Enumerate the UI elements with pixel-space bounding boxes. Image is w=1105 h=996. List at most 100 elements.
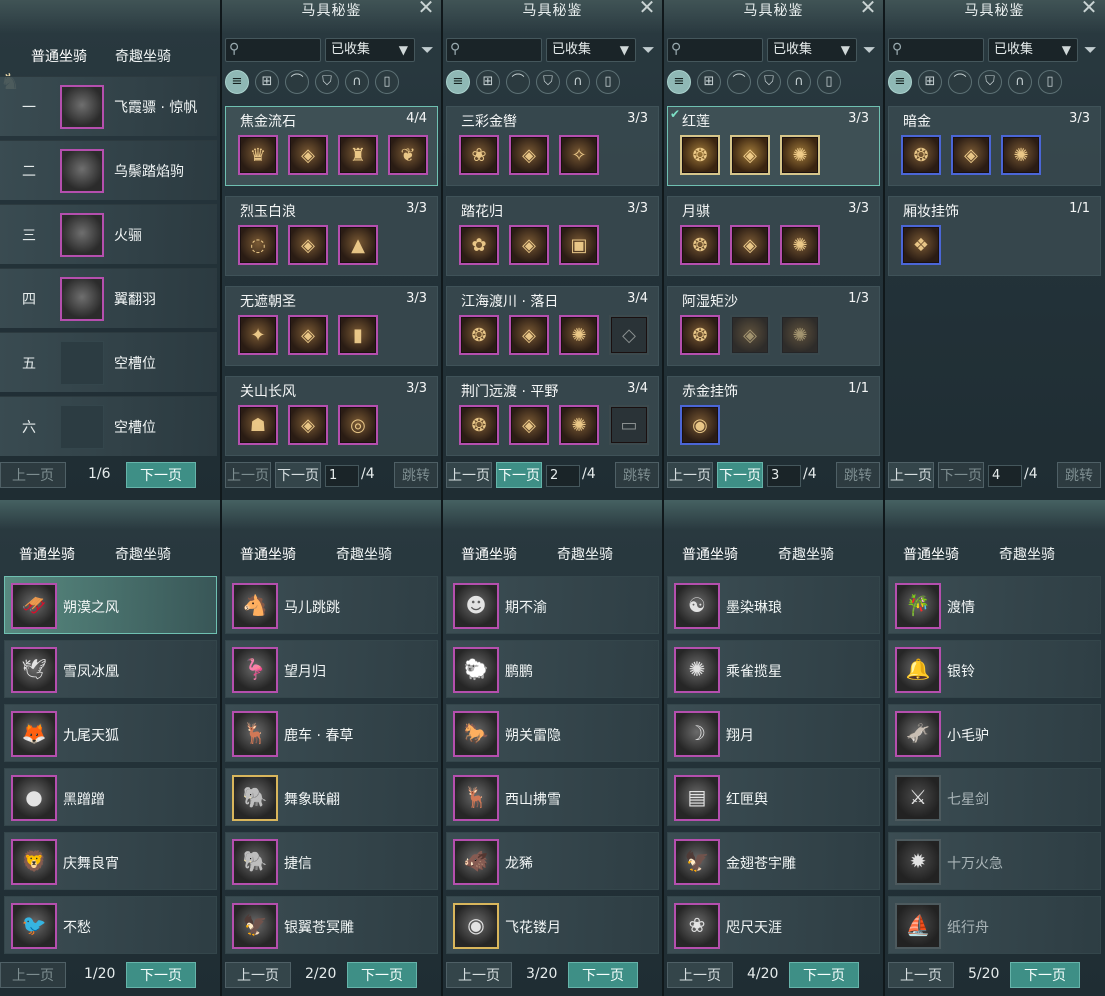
prev-page-button[interactable]: 上一页 <box>0 962 66 988</box>
next-page-button[interactable]: 下一页 <box>347 962 417 988</box>
prev-page-button[interactable]: 上一页 <box>225 962 291 988</box>
mount-list-item[interactable]: 🛷 朔漠之风 <box>4 576 217 634</box>
mount-list-item-uncollected[interactable]: ⛵ 纸行舟 <box>888 896 1101 954</box>
gear-item-icon[interactable]: ◉ <box>680 405 720 445</box>
gear-item-icon[interactable]: ◈ <box>509 405 549 445</box>
saddle-icon[interactable]: ⌒ <box>285 70 309 94</box>
tab-fun-mounts[interactable]: 奇趣坐骑 <box>761 544 851 564</box>
gear-set-card[interactable]: 赤金挂饰 1/1 ◉ <box>667 376 880 456</box>
tab-normal-mounts[interactable]: 普通坐骑 <box>223 544 313 564</box>
gear-item-icon[interactable]: ▣ <box>559 225 599 265</box>
gear-set-card[interactable]: 荆门远渡 · 平野 3/4 ❂ ◈ ✺ ▭ <box>446 376 659 456</box>
gear-item-icon[interactable]: ◈ <box>288 405 328 445</box>
gear-item-icon[interactable]: ◈ <box>951 135 991 175</box>
page-number-input[interactable]: 3 <box>767 465 801 487</box>
funnel-icon[interactable]: ⏷ <box>863 40 876 60</box>
gear-item-icon[interactable]: ◈ <box>509 225 549 265</box>
gear-set-card[interactable]: 江海渡川 · 落日 3/4 ❂ ◈ ✺ ◇ <box>446 286 659 366</box>
list-all-icon[interactable]: ≡ <box>446 70 470 94</box>
gear-item-icon[interactable]: ✿ <box>459 225 499 265</box>
mount-slot[interactable]: 四 翼翻羽 <box>0 268 217 328</box>
horseshoe-icon[interactable]: ∩ <box>1008 70 1032 94</box>
tab-normal-mounts[interactable]: 普通坐骑 <box>14 46 104 66</box>
prev-page-button[interactable]: 上一页 <box>0 462 66 488</box>
tab-fun-mounts[interactable]: 奇趣坐骑 <box>982 544 1072 564</box>
gear-item-icon[interactable]: ◈ <box>288 135 328 175</box>
tab-fun-mounts[interactable]: 奇趣坐骑 <box>540 544 630 564</box>
next-page-button[interactable]: 下一页 <box>496 462 542 488</box>
gear-set-card[interactable]: 关山长风 3/3 ☗ ◈ ◎ <box>225 376 438 456</box>
mount-list-item[interactable]: 🐘 舞象联翩 <box>225 768 438 826</box>
gear-set-card[interactable]: 踏花归 3/3 ✿ ◈ ▣ <box>446 196 659 276</box>
mount-list-item[interactable]: 🦁 庆舞良宵 <box>4 832 217 890</box>
horseshoe-icon[interactable]: ∩ <box>566 70 590 94</box>
gear-item-icon[interactable]: ◈ <box>288 315 328 355</box>
prev-page-button[interactable]: 上一页 <box>888 462 934 488</box>
gear-item-icon[interactable]: ◈ <box>509 315 549 355</box>
shield-icon[interactable]: ⛉ <box>978 70 1002 94</box>
funnel-icon[interactable]: ⏷ <box>642 40 655 60</box>
prev-page-button[interactable]: 上一页 <box>225 462 271 488</box>
mount-slot-empty[interactable]: 六 空槽位 <box>0 396 217 456</box>
gear-set-card[interactable]: 暗金 3/3 ❂ ◈ ✺ <box>888 106 1101 186</box>
gear-item-icon[interactable]: ❂ <box>680 135 720 175</box>
gear-item-icon-uncollected[interactable]: ◇ <box>609 315 649 355</box>
gear-set-card[interactable]: 无遮朝圣 3/3 ✦ ◈ ▮ <box>225 286 438 366</box>
close-icon[interactable]: ✕ <box>858 0 878 18</box>
gear-item-icon[interactable]: ▮ <box>338 315 378 355</box>
prev-page-button[interactable]: 上一页 <box>446 962 512 988</box>
mount-list-item[interactable]: 🐦 不愁 <box>4 896 217 954</box>
saddle-icon[interactable]: ⌒ <box>506 70 530 94</box>
tab-normal-mounts[interactable]: 普通坐骑 <box>665 544 755 564</box>
grid-icon[interactable]: ⊞ <box>255 70 279 94</box>
gear-set-card[interactable]: 厢妆挂饰 1/1 ❖ <box>888 196 1101 276</box>
gear-item-icon[interactable]: ❖ <box>901 225 941 265</box>
shield-icon[interactable]: ⛉ <box>536 70 560 94</box>
gear-set-card[interactable]: 阿湿矩沙 1/3 ❂ ◈ ✺ <box>667 286 880 366</box>
prev-page-button[interactable]: 上一页 <box>888 962 954 988</box>
mount-list-item[interactable]: ✺ 乘雀揽星 <box>667 640 880 698</box>
search-input[interactable]: ⚲ <box>667 38 763 62</box>
gear-item-icon[interactable]: ◈ <box>509 135 549 175</box>
funnel-icon[interactable]: ⏷ <box>421 40 434 60</box>
tab-normal-mounts[interactable]: 普通坐骑 <box>886 544 976 564</box>
next-page-button[interactable]: 下一页 <box>275 462 321 488</box>
mount-list-item[interactable]: 🐘 捷信 <box>225 832 438 890</box>
mount-slot[interactable]: 一 飞霞骠 · 惊帆 <box>0 76 217 136</box>
gear-item-icon[interactable]: ❀ <box>459 135 499 175</box>
gear-item-icon[interactable]: ▲ <box>338 225 378 265</box>
gear-set-card[interactable]: 烈玉白浪 3/3 ◌ ◈ ▲ <box>225 196 438 276</box>
prev-page-button[interactable]: 上一页 <box>667 462 713 488</box>
gear-item-icon[interactable]: ♛ <box>238 135 278 175</box>
gear-item-icon[interactable]: ✦ <box>238 315 278 355</box>
mount-list-item[interactable]: 🔔 银铃 <box>888 640 1101 698</box>
grid-icon[interactable]: ⊞ <box>697 70 721 94</box>
mount-list-item[interactable]: 🦅 银翼苍冥雕 <box>225 896 438 954</box>
mount-list-item[interactable]: 🫏 小毛驴 <box>888 704 1101 762</box>
tab-fun-mounts[interactable]: 奇趣坐骑 <box>319 544 409 564</box>
search-input[interactable]: ⚲ <box>888 38 984 62</box>
mount-list-item[interactable]: ◉ 飞花镂月 <box>446 896 659 954</box>
saddle-icon[interactable]: ⌒ <box>948 70 972 94</box>
mount-list-item[interactable]: 🐴 马儿跳跳 <box>225 576 438 634</box>
mount-list-item[interactable]: ☻ 期不渝 <box>446 576 659 634</box>
mount-list-item[interactable]: ● 黑蹭蹭 <box>4 768 217 826</box>
mount-list-item[interactable]: ☽ 翔月 <box>667 704 880 762</box>
prev-page-button[interactable]: 上一页 <box>446 462 492 488</box>
horseshoe-icon[interactable]: ∩ <box>345 70 369 94</box>
jump-button[interactable]: 跳转 <box>1057 462 1101 488</box>
mount-list-item[interactable]: 🦅 金翅苍宇雕 <box>667 832 880 890</box>
gear-item-icon-uncollected[interactable]: ✺ <box>780 315 820 355</box>
mount-list-item[interactable]: 🦌 西山拂雪 <box>446 768 659 826</box>
gear-item-icon[interactable]: ❂ <box>680 315 720 355</box>
list-all-icon[interactable]: ≡ <box>888 70 912 94</box>
close-icon[interactable]: ✕ <box>637 0 657 18</box>
next-page-button[interactable]: 下一页 <box>126 962 196 988</box>
gear-item-icon[interactable]: ❂ <box>680 225 720 265</box>
mount-list-item[interactable]: ❀ 咫尺天涯 <box>667 896 880 954</box>
mount-slot-empty[interactable]: 五 空槽位 <box>0 332 217 392</box>
close-icon[interactable]: ✕ <box>416 0 436 18</box>
collection-filter-dropdown[interactable]: 已收集 ▼ <box>546 38 636 62</box>
gear-item-icon-uncollected[interactable]: ▭ <box>609 405 649 445</box>
horseshoe-icon[interactable]: ∩ <box>787 70 811 94</box>
